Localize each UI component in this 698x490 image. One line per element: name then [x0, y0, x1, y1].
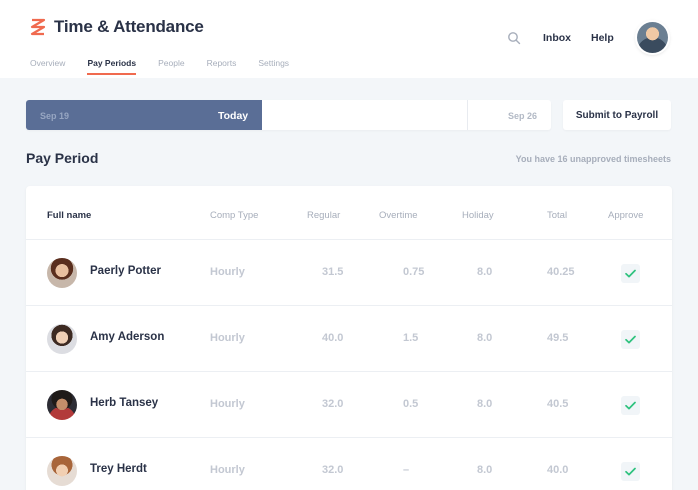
total-hours: 40.0 — [547, 464, 569, 476]
total-hours: 49.5 — [547, 332, 569, 344]
header-comp-type: Comp Type — [210, 210, 259, 221]
employee-name[interactable]: Trey Herdt — [90, 463, 147, 475]
nav-tabs: Overview Pay Periods People Reports Sett… — [30, 58, 311, 75]
header-total: Total — [547, 210, 568, 221]
table-row[interactable]: Herb Tansey Hourly 32.0 0.5 8.0 40.5 — [26, 371, 672, 437]
employee-name[interactable]: Paerly Potter — [90, 265, 161, 277]
regular-hours: 40.0 — [322, 332, 344, 344]
comp-type: Hourly — [210, 266, 245, 278]
approve-checkbox[interactable] — [621, 330, 640, 349]
overtime-hours: 0.5 — [403, 398, 419, 410]
period-end-date: Sep 26 — [507, 111, 537, 121]
header-approve: Approve — [608, 210, 644, 221]
timesheet-table: Full name Comp Type Regular Overtime Hol… — [26, 186, 672, 490]
tab-people[interactable]: People — [158, 58, 184, 68]
header-full-name: Full name — [47, 210, 92, 221]
comp-type: Hourly — [210, 398, 245, 410]
employee-name[interactable]: Herb Tansey — [90, 397, 158, 409]
header-holiday: Holiday — [462, 210, 494, 221]
header-regular: Regular — [307, 210, 341, 221]
check-icon — [625, 335, 636, 344]
check-icon — [625, 269, 636, 278]
regular-hours: 32.0 — [322, 464, 344, 476]
period-divider — [467, 100, 468, 130]
avatar — [47, 258, 77, 288]
total-hours: 40.25 — [547, 266, 575, 278]
check-icon — [625, 401, 636, 410]
overtime-hours: 1.5 — [403, 332, 419, 344]
avatar — [47, 324, 77, 354]
period-today-marker: Today — [218, 110, 249, 122]
employee-name[interactable]: Amy Aderson — [90, 331, 164, 343]
total-hours: 40.5 — [547, 398, 569, 410]
tab-settings[interactable]: Settings — [258, 58, 289, 68]
submit-to-payroll-button[interactable]: Submit to Payroll — [563, 100, 671, 130]
tab-pay-periods[interactable]: Pay Periods — [87, 58, 136, 75]
holiday-hours: 8.0 — [477, 398, 493, 410]
tab-reports[interactable]: Reports — [207, 58, 237, 68]
app-title: Time & Attendance — [54, 17, 204, 36]
approve-checkbox[interactable] — [621, 264, 640, 283]
inbox-link[interactable]: Inbox — [543, 32, 571, 44]
pay-period-timeline[interactable]: Sep 19 Today Sep 26 — [26, 100, 551, 130]
holiday-hours: 8.0 — [477, 464, 493, 476]
approve-checkbox[interactable] — [621, 396, 640, 415]
regular-hours: 31.5 — [322, 266, 344, 278]
tab-overview[interactable]: Overview — [30, 58, 65, 68]
avatar — [47, 390, 77, 420]
app-header: Time & Attendance Overview Pay Periods P… — [0, 0, 698, 78]
unapproved-note: You have 16 unapproved timesheets — [515, 154, 671, 164]
regular-hours: 32.0 — [322, 398, 344, 410]
table-row[interactable]: Trey Herdt Hourly 32.0 – 8.0 40.0 — [26, 437, 672, 490]
user-avatar[interactable] — [637, 22, 668, 53]
table-row[interactable]: Paerly Potter Hourly 31.5 0.75 8.0 40.25 — [26, 239, 672, 305]
overtime-hours: 0.75 — [403, 266, 425, 278]
holiday-hours: 8.0 — [477, 266, 493, 278]
check-icon — [625, 467, 636, 476]
logo-icon — [30, 18, 46, 36]
table-row[interactable]: Amy Aderson Hourly 40.0 1.5 8.0 49.5 — [26, 305, 672, 371]
help-link[interactable]: Help — [591, 32, 614, 44]
search-icon[interactable] — [507, 31, 521, 45]
comp-type: Hourly — [210, 332, 245, 344]
overtime-hours: – — [403, 464, 410, 476]
approve-checkbox[interactable] — [621, 462, 640, 481]
avatar — [47, 456, 77, 486]
holiday-hours: 8.0 — [477, 332, 493, 344]
comp-type: Hourly — [210, 464, 245, 476]
period-start-date: Sep 19 — [40, 111, 70, 121]
page-title: Pay Period — [26, 150, 99, 166]
header-overtime: Overtime — [379, 210, 418, 221]
